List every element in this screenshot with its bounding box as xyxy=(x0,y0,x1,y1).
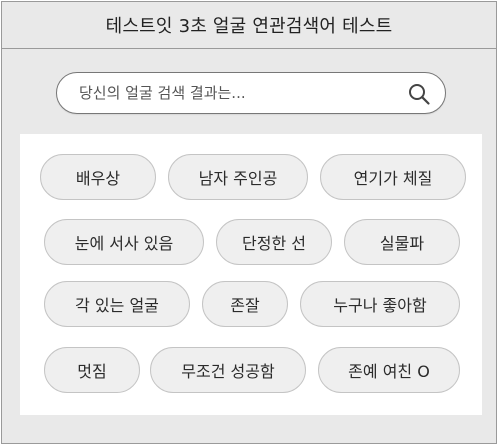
tag-0[interactable]: 배우상 xyxy=(40,154,156,200)
tag-1[interactable]: 남자 주인공 xyxy=(168,154,308,200)
results-panel: 배우상 남자 주인공 연기가 체질 눈에 서사 있음 단정한 선 실물파 각 있… xyxy=(20,134,482,415)
tag-7[interactable]: 존잘 xyxy=(202,281,288,327)
search-icon[interactable] xyxy=(407,82,431,106)
search-bar[interactable]: 당신의 얼굴 검색 결과는... xyxy=(56,72,446,114)
tag-10[interactable]: 무조건 성공함 xyxy=(150,347,306,393)
tag-3[interactable]: 눈에 서사 있음 xyxy=(44,219,204,265)
search-result-text: 당신의 얼굴 검색 결과는... xyxy=(79,84,246,102)
tag-6[interactable]: 각 있는 얼굴 xyxy=(44,281,190,327)
app-frame: 테스트잇 3초 얼굴 연관검색어 테스트 당신의 얼굴 검색 결과는... 배우… xyxy=(1,1,497,444)
tag-8[interactable]: 누구나 좋아함 xyxy=(300,281,460,327)
tag-11[interactable]: 존예 여친 O xyxy=(318,347,460,393)
page-title: 테스트잇 3초 얼굴 연관검색어 테스트 xyxy=(2,2,496,49)
tag-9[interactable]: 멋짐 xyxy=(44,347,140,393)
tag-4[interactable]: 단정한 선 xyxy=(216,219,332,265)
tag-5[interactable]: 실물파 xyxy=(344,219,460,265)
tag-2[interactable]: 연기가 체질 xyxy=(320,154,466,200)
